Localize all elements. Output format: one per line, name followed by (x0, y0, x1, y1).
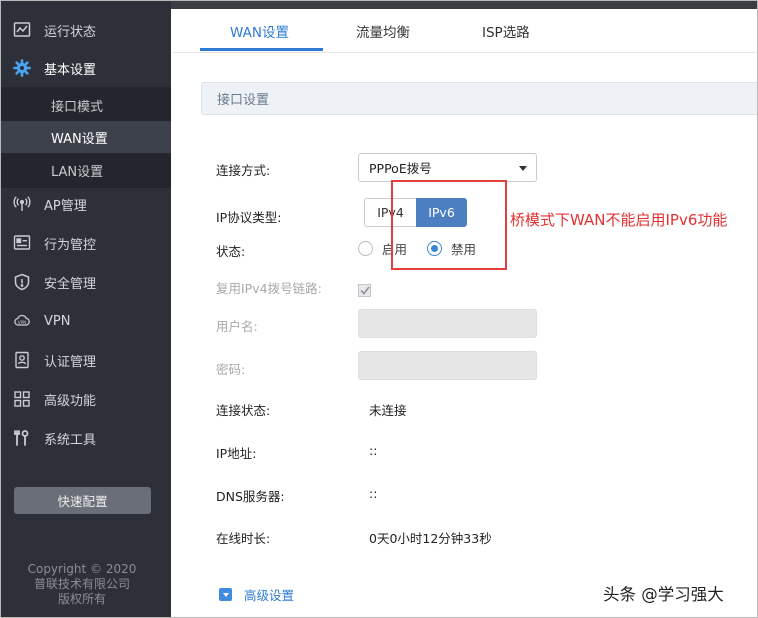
section-header: 接口设置 (201, 82, 757, 115)
conn-status-label: 连接状态: (216, 403, 271, 418)
top-bar (171, 1, 757, 9)
reuse-ipv4-label: 复用IPv4拨号链路: (216, 281, 322, 296)
sidebar-subitem-interface-mode[interactable]: 接口模式 (1, 89, 171, 121)
tab-bar: WAN设置 流量均衡 ISP选路 (173, 9, 757, 53)
reuse-ipv4-checkbox[interactable] (358, 284, 371, 297)
expand-arrow-icon (219, 588, 232, 601)
username-label: 用户名: (216, 319, 258, 334)
conn-status-value: 未连接 (369, 403, 407, 418)
connection-type-value: PPPoE拨号 (369, 161, 432, 176)
sidebar-item-label: 安全管理 (44, 276, 97, 292)
behavior-control-icon (12, 233, 32, 253)
sidebar-subitem-lan-settings[interactable]: LAN设置 (1, 154, 171, 186)
ip-address-label: IP地址: (216, 446, 257, 461)
sidebar-item-security[interactable]: 安全管理 (1, 264, 171, 300)
active-tab-indicator (200, 48, 323, 51)
sidebar-item-run-status[interactable]: 运行状态 (1, 12, 171, 48)
sidebar-item-label: 行为管控 (44, 237, 97, 253)
uptime-label: 在线时长: (216, 531, 271, 546)
sidebar-item-behavior-control[interactable]: 行为管控 (1, 225, 171, 261)
ip-address-value: :: (369, 443, 378, 458)
ip-protocol-label: IP协议类型: (216, 210, 282, 225)
grid-icon (12, 389, 32, 409)
svg-text:VPN: VPN (18, 320, 27, 325)
username-input[interactable] (358, 309, 537, 338)
check-icon (359, 286, 370, 295)
state-label: 状态: (216, 244, 246, 259)
sidebar-item-label: 系统工具 (44, 432, 97, 448)
copyright-line: 版权所有 (57, 592, 106, 606)
password-input[interactable] (358, 351, 537, 380)
auth-badge-icon (12, 350, 32, 370)
sidebar-item-vpn[interactable]: VPN VPN (1, 303, 171, 339)
sidebar-item-system-tools[interactable]: 系统工具 (1, 420, 171, 456)
quick-config-button[interactable]: 快速配置 (14, 487, 151, 514)
password-label: 密码: (216, 362, 246, 377)
watermark: 头条 @学习强大 (603, 585, 724, 604)
copyright-line: 普联技术有限公司 (33, 577, 130, 591)
advanced-settings-toggle[interactable]: 高级设置 (219, 585, 294, 604)
sidebar-item-label: VPN (44, 313, 71, 329)
caret-down-icon (519, 166, 527, 171)
sidebar-item-label: 基本设置 (44, 62, 97, 78)
tab-wan-settings[interactable]: WAN设置 (230, 21, 289, 41)
sidebar-item-authentication[interactable]: 认证管理 (1, 342, 171, 378)
uptime-value: 0天0小时12分钟33秒 (369, 531, 492, 546)
tab-traffic-balance[interactable]: 流量均衡 (356, 21, 410, 41)
sidebar-item-ap-management[interactable]: AP管理 (1, 186, 171, 222)
main-content: WAN设置 流量均衡 ISP选路 接口设置 连接方式: PPPoE拨号 IP协议… (173, 9, 757, 617)
sidebar-item-basic-settings[interactable]: 基本设置 (1, 50, 171, 86)
dns-value: :: (369, 486, 378, 501)
copyright-line: Copyright © 2020 (27, 562, 137, 576)
gear-icon (12, 58, 32, 78)
sidebar-item-advanced-features[interactable]: 高级功能 (1, 381, 171, 417)
radio-circle (358, 241, 373, 256)
dns-label: DNS服务器: (216, 489, 285, 504)
annotation-highlight-box (391, 180, 507, 270)
sidebar-item-label: 高级功能 (44, 393, 97, 409)
tools-icon (12, 428, 32, 448)
sidebar-item-label: AP管理 (44, 198, 87, 214)
annotation-text: 桥模式下WAN不能启用IPv6功能 (510, 211, 728, 229)
antenna-icon (12, 194, 32, 214)
status-chart-icon (12, 20, 32, 40)
sidebar: 运行状态 基本设置 接口模式 WAN设置 LAN设置 AP管理 行为管控 安全管… (1, 1, 171, 617)
tab-isp-routing[interactable]: ISP选路 (482, 21, 530, 41)
connection-type-label: 连接方式: (216, 163, 271, 178)
sidebar-subitem-wan-settings[interactable]: WAN设置 (1, 121, 171, 153)
shield-icon (12, 272, 32, 292)
advanced-settings-label: 高级设置 (244, 588, 295, 603)
sidebar-item-label: 运行状态 (44, 24, 97, 40)
sidebar-item-label: 认证管理 (44, 354, 97, 370)
copyright: Copyright © 2020 普联技术有限公司 版权所有 (1, 562, 163, 607)
vpn-cloud-icon: VPN (12, 311, 32, 331)
basic-settings-submenu: 接口模式 WAN设置 LAN设置 (1, 87, 171, 188)
connection-type-select[interactable]: PPPoE拨号 (358, 153, 537, 182)
